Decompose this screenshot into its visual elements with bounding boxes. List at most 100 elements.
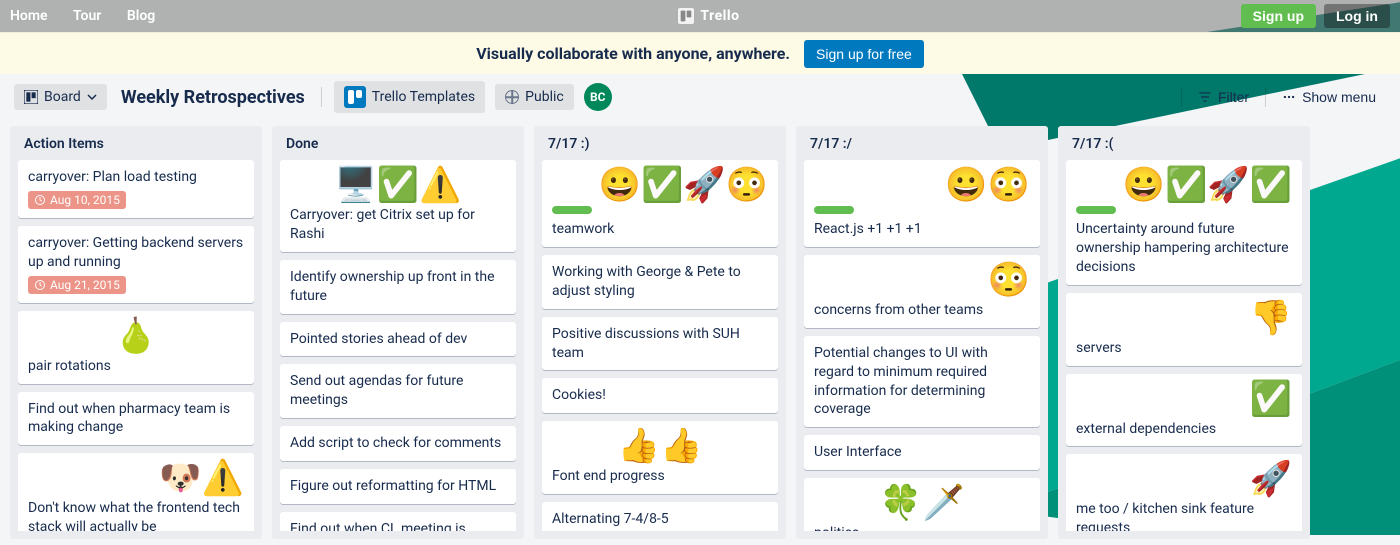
card[interactable]: Figure out reformatting for HTML bbox=[280, 469, 516, 504]
card[interactable]: carryover: Plan load testingAug 10, 2015 bbox=[18, 160, 254, 218]
member-avatar[interactable]: BC bbox=[584, 83, 612, 111]
sticker-icon: 😀✅🚀✅ bbox=[1123, 168, 1292, 202]
card[interactable]: 😀✅🚀😳 teamwork bbox=[542, 160, 778, 247]
sticker-icon: 👍👍 bbox=[618, 429, 703, 463]
promo-signup-button[interactable]: Sign up for free bbox=[804, 40, 924, 68]
list[interactable]: Done 🖥️✅⚠️ Carryover: get Citrix set up fo… bbox=[272, 126, 524, 539]
card-stickers: 🖥️✅⚠️ bbox=[290, 168, 506, 202]
card-stickers: 😀✅🚀😳 bbox=[552, 168, 768, 202]
templates-icon bbox=[344, 86, 366, 108]
list-cards: 😀✅🚀✅Uncertainty around future ownership … bbox=[1066, 160, 1302, 531]
list[interactable]: 7/17 :) 😀✅🚀😳 teamwork Working with George &… bbox=[534, 126, 786, 539]
card-title: pair rotations bbox=[28, 357, 244, 376]
card[interactable]: Send out agendas for future meetings bbox=[280, 364, 516, 418]
card-title: Don't know what the frontend tech stack … bbox=[28, 499, 244, 531]
card[interactable]: Working with George & Pete to adjust sty… bbox=[542, 255, 778, 309]
card-title: Identify ownership up front in the futur… bbox=[290, 268, 506, 306]
nav-home[interactable]: Home bbox=[10, 8, 48, 24]
card-stickers: 😀✅🚀✅ bbox=[1076, 168, 1292, 202]
list[interactable]: Action Itemscarryover: Plan load testing… bbox=[10, 126, 262, 539]
card[interactable]: 😀✅🚀✅Uncertainty around future ownership … bbox=[1066, 160, 1302, 285]
list-title[interactable]: 7/17 :) bbox=[542, 134, 778, 160]
card[interactable]: 🐶⚠️ Don't know what the frontend tech sta… bbox=[18, 453, 254, 531]
board-title[interactable]: Weekly Retrospectives bbox=[117, 87, 309, 108]
board-icon bbox=[24, 90, 38, 104]
card[interactable]: Potential changes to UI with regard to m… bbox=[804, 336, 1040, 428]
card[interactable]: 😳 concerns from other teams bbox=[804, 255, 1040, 328]
card-title: servers bbox=[1076, 339, 1292, 358]
list-cards: 😀✅🚀😳 teamwork Working with George & Pete t… bbox=[542, 160, 778, 531]
card-label[interactable] bbox=[552, 206, 592, 214]
sticker-icon: 😳 bbox=[988, 263, 1030, 297]
card[interactable]: 🍀🗡️politics bbox=[804, 478, 1040, 531]
due-date-badge[interactable]: Aug 21, 2015 bbox=[28, 276, 126, 294]
clock-icon bbox=[34, 279, 46, 291]
filter-button[interactable]: Filter bbox=[1188, 83, 1259, 111]
card-title: Working with George & Pete to adjust sty… bbox=[552, 263, 768, 301]
card[interactable]: 👎 servers bbox=[1066, 293, 1302, 366]
clock-icon bbox=[34, 194, 46, 206]
card-title: Find out when CL meeting is bbox=[290, 520, 506, 531]
card-stickers: 😳 bbox=[814, 263, 1030, 297]
card[interactable]: Find out when CL meeting is bbox=[280, 512, 516, 531]
card-label[interactable] bbox=[814, 206, 854, 214]
nav-tour[interactable]: Tour bbox=[73, 8, 101, 24]
card-title: concerns from other teams bbox=[814, 301, 1030, 320]
nav-links: Home Tour Blog bbox=[10, 8, 177, 24]
visibility-button[interactable]: Public bbox=[495, 84, 574, 110]
card[interactable]: Identify ownership up front in the futur… bbox=[280, 260, 516, 314]
sticker-icon: 🍐 bbox=[115, 319, 157, 353]
filter-icon bbox=[1198, 90, 1212, 104]
sticker-icon: 🍀🗡️ bbox=[880, 486, 965, 520]
board-header-right: Filter Show menu bbox=[1179, 83, 1386, 111]
card-stickers: 👎 bbox=[1076, 301, 1292, 335]
card[interactable]: Find out when pharmacy team is making ch… bbox=[18, 392, 254, 446]
card[interactable]: carryover: Getting backend servers up an… bbox=[18, 226, 254, 303]
card[interactable]: 👍👍Font end progress bbox=[542, 421, 778, 494]
list[interactable]: 7/17 :/😀😳React.js +1 +1 +1 😳 concerns from… bbox=[796, 126, 1048, 539]
login-button[interactable]: Log in bbox=[1324, 4, 1390, 28]
card[interactable]: User Interface bbox=[804, 435, 1040, 470]
card[interactable]: Positive discussions with SUH team bbox=[542, 317, 778, 371]
board-canvas[interactable]: Action Itemscarryover: Plan load testing… bbox=[0, 120, 1400, 545]
list-title[interactable]: Done bbox=[280, 134, 516, 160]
card[interactable]: 😀😳React.js +1 +1 +1 bbox=[804, 160, 1040, 247]
card-stickers: 👍👍 bbox=[552, 429, 768, 463]
card-label[interactable] bbox=[1076, 206, 1116, 214]
chevron-down-icon bbox=[87, 92, 97, 102]
nav-blog[interactable]: Blog bbox=[127, 8, 155, 24]
card[interactable]: Alternating 7-4/8-5 bbox=[542, 502, 778, 531]
card[interactable]: ✅external dependencies bbox=[1066, 374, 1302, 447]
card-stickers: ✅ bbox=[1076, 382, 1292, 416]
dots-icon bbox=[1282, 90, 1296, 104]
templates-button[interactable]: Trello Templates bbox=[334, 81, 485, 113]
signup-button[interactable]: Sign up bbox=[1241, 4, 1316, 28]
trello-icon bbox=[678, 8, 694, 24]
card-title: Carryover: get Citrix set up for Rashi bbox=[290, 206, 506, 244]
list[interactable]: 7/17 :(😀✅🚀✅Uncertainty around future own… bbox=[1058, 126, 1310, 539]
card-title: Add script to check for comments bbox=[290, 434, 506, 453]
list-title[interactable]: 7/17 :( bbox=[1066, 134, 1302, 160]
promo-banner: Visually collaborate with anyone, anywhe… bbox=[0, 32, 1400, 74]
top-nav: Home Tour Blog Trello Sign up Log in bbox=[0, 0, 1400, 32]
board-header: Board Weekly Retrospectives Trello Templ… bbox=[0, 74, 1400, 120]
card[interactable]: Add script to check for comments bbox=[280, 426, 516, 461]
card[interactable]: Pointed stories ahead of dev bbox=[280, 322, 516, 357]
card[interactable]: 🖥️✅⚠️ Carryover: get Citrix set up for Ra… bbox=[280, 160, 516, 252]
card[interactable]: 🍐 pair rotations bbox=[18, 311, 254, 384]
due-date-badge[interactable]: Aug 10, 2015 bbox=[28, 191, 126, 209]
show-menu-button[interactable]: Show menu bbox=[1272, 83, 1386, 111]
list-title[interactable]: Action Items bbox=[18, 134, 254, 160]
view-switcher[interactable]: Board bbox=[14, 84, 107, 110]
list-cards: 😀😳React.js +1 +1 +1 😳 concerns from other … bbox=[804, 160, 1040, 531]
card[interactable]: Cookies! bbox=[542, 378, 778, 413]
card-stickers: 🚀 bbox=[1076, 462, 1292, 496]
sticker-icon: 👎 bbox=[1250, 301, 1292, 335]
card-title: teamwork bbox=[552, 220, 768, 239]
list-title[interactable]: 7/17 :/ bbox=[804, 134, 1040, 160]
card[interactable]: 🚀me too / kitchen sink feature requests bbox=[1066, 454, 1302, 531]
card-title: Pointed stories ahead of dev bbox=[290, 330, 506, 349]
card-stickers: 🍐 bbox=[28, 319, 244, 353]
list-cards: carryover: Plan load testingAug 10, 2015… bbox=[18, 160, 254, 531]
card-stickers: 🐶⚠️ bbox=[28, 461, 244, 495]
